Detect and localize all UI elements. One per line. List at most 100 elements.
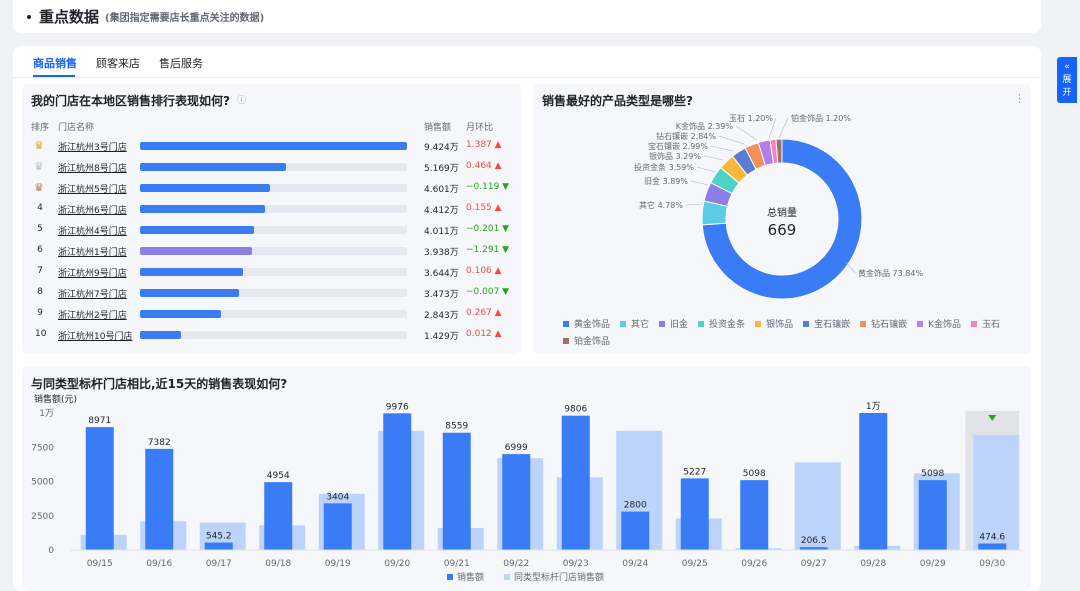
rank-number: 9 xyxy=(37,308,43,318)
ranking-row: 8 浙江杭州7号门店 3.473万 −0.007 ▼ xyxy=(22,284,521,305)
active-tab-indicator xyxy=(33,75,75,77)
ranking-row: ♛ 浙江杭州8号门店 5.169万 0.464 ▲ xyxy=(22,158,521,179)
sales-bar xyxy=(140,184,271,192)
sales-bar[interactable] xyxy=(85,427,114,550)
store-link[interactable]: 浙江杭州4号门店 xyxy=(58,224,127,237)
store-link[interactable]: 浙江杭州1号门店 xyxy=(58,245,127,258)
legend-swatch xyxy=(860,320,867,327)
bar-value-label: 5227 xyxy=(683,467,706,477)
store-link[interactable]: 浙江杭州10号门店 xyxy=(58,329,132,342)
slice-label: 玉石 1.20% xyxy=(729,114,773,123)
mom-value: −0.201 ▼ xyxy=(466,224,510,234)
expand-label-1: 展 xyxy=(1062,74,1072,85)
tab-product-sales[interactable]: 商品销售 xyxy=(33,55,77,71)
sales-bar[interactable] xyxy=(918,480,947,550)
store-link[interactable]: 浙江杭州3号门店 xyxy=(58,140,127,153)
legend-item[interactable]: K金饰品 xyxy=(917,317,961,330)
x-tick-label: 09/23 xyxy=(563,559,589,569)
rank-number: 4 xyxy=(37,203,43,213)
legend-swatch xyxy=(659,320,666,327)
y-tick-label: 5000 xyxy=(31,478,54,488)
sales-bar[interactable] xyxy=(561,415,590,550)
ranking-title: 我的门店在本地区销售排行表现如何? xyxy=(31,94,230,108)
sales-bar-track xyxy=(140,310,407,318)
label-leader-line xyxy=(690,180,709,186)
store-link[interactable]: 浙江杭州5号门店 xyxy=(58,182,127,195)
legend-item[interactable]: 旧金 xyxy=(659,317,688,330)
legend-label[interactable]: 同类型标杆门店销售额 xyxy=(514,571,604,583)
sales-bar[interactable] xyxy=(978,543,1007,550)
legend-item[interactable]: 投资金条 xyxy=(698,317,745,330)
ranking-row: ♛ 浙江杭州3号门店 9.424万 1.387 ▲ xyxy=(22,137,521,158)
sales-bar[interactable] xyxy=(145,448,174,550)
legend-swatch xyxy=(563,337,569,344)
sales-bar[interactable] xyxy=(264,482,293,550)
col-store: 门店名称 xyxy=(58,123,95,133)
store-link[interactable]: 浙江杭州6号门店 xyxy=(58,203,127,216)
rank-number: 10 xyxy=(35,329,47,339)
sales-bar[interactable] xyxy=(383,413,412,550)
page-header: 重点数据 (集团指定需要店长重点关注的数据) xyxy=(13,0,1041,33)
sales-bar[interactable] xyxy=(740,480,769,550)
legend-item[interactable]: 黄金饰品 xyxy=(563,317,610,330)
legend-swatch xyxy=(504,574,510,580)
label-leader-line xyxy=(735,125,758,141)
bar-value-label: 206.5 xyxy=(801,536,827,546)
arrow-down-icon: ▼ xyxy=(502,224,510,234)
sales-bar[interactable] xyxy=(859,413,888,550)
store-link[interactable]: 浙江杭州2号门店 xyxy=(58,308,127,321)
mom-value: −0.119 ▼ xyxy=(466,182,510,192)
slice-label: 旧金 3.89% xyxy=(644,176,688,186)
x-tick-label: 09/20 xyxy=(384,559,410,569)
ranking-row: 9 浙江杭州2号门店 2.843万 0.267 ▲ xyxy=(22,305,521,326)
tab-after-sales[interactable]: 售后服务 xyxy=(159,55,203,71)
crown-icon: ♛ xyxy=(34,139,44,152)
store-link[interactable]: 浙江杭州9号门店 xyxy=(58,266,127,279)
legend-swatch xyxy=(563,320,569,327)
tab-customer-visits[interactable]: 顾客来店 xyxy=(96,55,140,71)
x-tick-label: 09/25 xyxy=(682,559,708,569)
sales-bar xyxy=(140,289,239,297)
bar-value-label: 8971 xyxy=(88,416,111,426)
sales-bar[interactable] xyxy=(204,542,233,550)
legend-item[interactable]: 其它 xyxy=(620,317,649,330)
legend-label: 玉石 xyxy=(982,320,1001,330)
legend-item[interactable]: 铂金饰品 xyxy=(563,334,610,347)
sales-amount: 4.601万 xyxy=(424,185,459,195)
mom-value: 1.387 ▲ xyxy=(466,140,502,150)
store-link[interactable]: 浙江杭州8号门店 xyxy=(58,161,127,174)
sales-bar[interactable] xyxy=(680,478,709,550)
donut-chart: 总销量 669 黄金饰品 73.84% 其它 4.78% 旧金 3.89% 投资金条 3.… xyxy=(634,113,923,300)
legend-label[interactable]: 销售额 xyxy=(457,571,484,583)
sales-bar[interactable] xyxy=(621,511,650,550)
legend-label: K金饰品 xyxy=(928,320,962,330)
info-icon[interactable]: ⓘ xyxy=(237,93,246,106)
y-tick-label: 1万 xyxy=(39,409,54,419)
col-rank: 排序 xyxy=(31,123,50,133)
x-tick-label: 09/16 xyxy=(146,559,172,569)
mom-value: 0.464 ▲ xyxy=(466,161,502,171)
sales-bar[interactable] xyxy=(323,503,352,550)
legend-swatch xyxy=(755,320,762,327)
slice-label: 黄金饰品 73.84% xyxy=(858,268,923,278)
slice-label: 宝石镶嵌 2.99% xyxy=(648,141,708,151)
legend-item[interactable]: 宝石镶嵌 xyxy=(803,317,850,330)
sales-bar[interactable] xyxy=(502,454,531,550)
sales-amount: 3.644万 xyxy=(424,269,459,279)
bar-value-label: 9806 xyxy=(564,405,587,415)
store-link[interactable]: 浙江杭州7号门店 xyxy=(58,287,127,300)
legend-swatch xyxy=(917,320,924,327)
legend-item[interactable]: 玉石 xyxy=(971,317,1000,330)
legend-item[interactable]: 钻石镶嵌 xyxy=(860,317,907,330)
bar-value-label: 474.6 xyxy=(979,532,1005,542)
bar-value-label: 6999 xyxy=(505,443,528,453)
sales-bar-track xyxy=(140,331,407,339)
legend-item[interactable]: 银饰品 xyxy=(755,317,793,330)
sales-bar[interactable] xyxy=(442,432,471,550)
sales-bar-track xyxy=(140,268,407,276)
expand-button[interactable]: « 展 开 xyxy=(1057,57,1077,103)
rank-number: 7 xyxy=(37,266,43,276)
y-tick-label: 7500 xyxy=(31,443,54,453)
main-panel: 商品销售 顾客来店 售后服务 我的门店在本地区销售排行表现如何? ⓘ 排序 门店… xyxy=(13,46,1041,591)
arrow-up-icon: ▲ xyxy=(494,329,502,339)
